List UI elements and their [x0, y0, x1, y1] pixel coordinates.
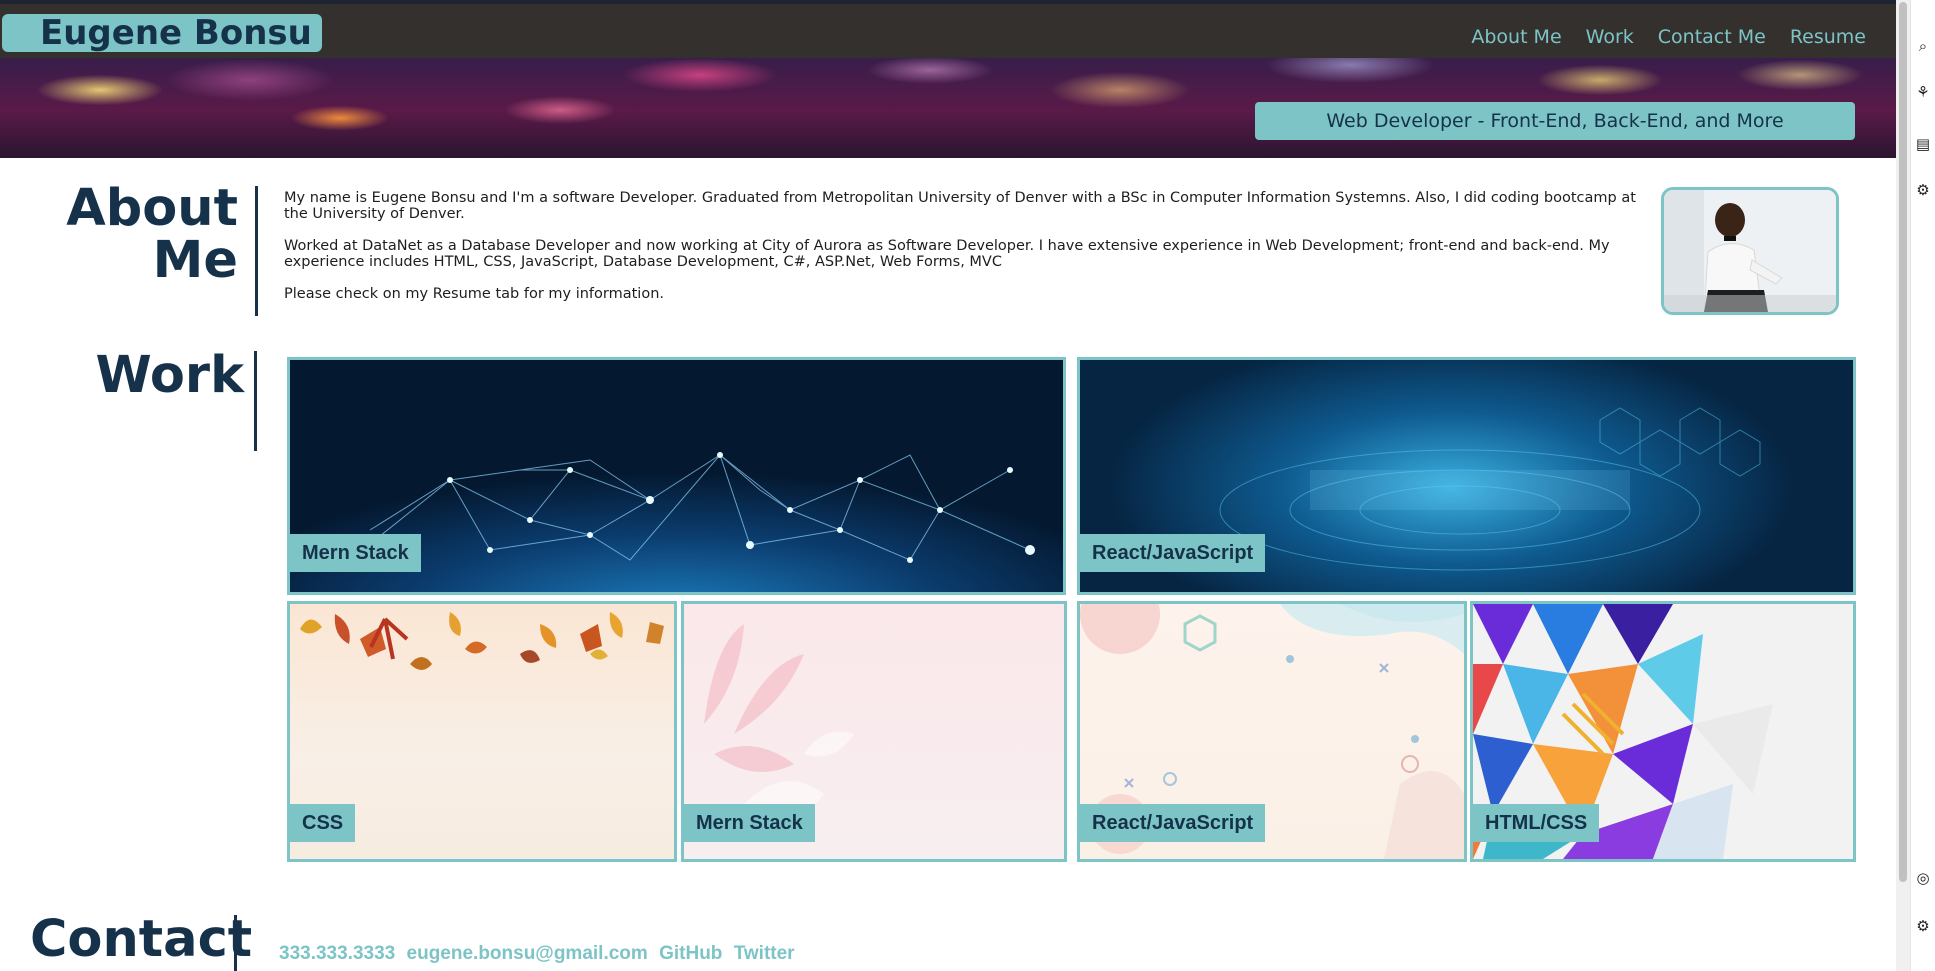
about-heading: About Me [60, 183, 238, 287]
work-tile-label: Mern Stack [684, 804, 815, 842]
contact-divider [234, 915, 237, 971]
profile-photo [1661, 187, 1839, 315]
contact-phone[interactable]: 333.333.3333 [279, 943, 395, 964]
about-text: My name is Eugene Bonsu and I'm a softwa… [284, 190, 1644, 318]
work-heading: Work [95, 346, 244, 405]
nav-contact-me[interactable]: Contact Me [1658, 26, 1766, 48]
contact-heading: Contact [30, 910, 253, 969]
browser-side-panel: ⌕ ⚘ ▤ ⚙ ◎ ⚙ [1910, 0, 1935, 971]
nav-resume[interactable]: Resume [1790, 26, 1866, 48]
contact-twitter-link[interactable]: Twitter [734, 943, 795, 964]
gear-icon[interactable]: ⚙ [1915, 918, 1931, 934]
work-tile-label: Mern Stack [290, 534, 421, 572]
main-nav: About Me Work Contact Me Resume [1447, 26, 1866, 48]
work-tile-css[interactable]: CSS [287, 601, 677, 862]
scrollbar-thumb[interactable] [1899, 2, 1907, 882]
about-paragraph: Please check on my Resume tab for my inf… [284, 286, 664, 302]
about-paragraph: Worked at DataNet as a Database Develope… [284, 238, 1610, 270]
contact-links: 333.333.3333 eugene.bonsu@gmail.com GitH… [279, 943, 801, 965]
work-divider [254, 351, 257, 451]
work-tile-label: React/JavaScript [1080, 534, 1266, 572]
about-divider [255, 186, 258, 316]
about-heading-line1: About [66, 179, 238, 238]
top-navbar: Eugene Bonsu About Me Work Contact Me Re… [0, 0, 1896, 58]
nav-work[interactable]: Work [1586, 26, 1634, 48]
work-tile-react-javascript[interactable]: React/JavaScript [1077, 357, 1856, 595]
about-paragraph: My name is Eugene Bonsu and I'm a softwa… [284, 190, 1636, 222]
work-tile-label: CSS [290, 804, 356, 842]
contact-email[interactable]: eugene.bonsu@gmail.com [407, 943, 648, 964]
work-tile-label: HTML/CSS [1473, 804, 1600, 842]
work-tile-mern-stack[interactable]: Mern Stack [287, 357, 1066, 595]
work-tile-label: React/JavaScript [1080, 804, 1266, 842]
work-tile-react-javascript-2[interactable]: React/JavaScript [1077, 601, 1467, 862]
settings-icon[interactable]: ⚙ [1915, 182, 1931, 198]
contact-github-link[interactable]: GitHub [659, 943, 722, 964]
tagline-badge: Web Developer - Front-End, Back-End, and… [1255, 102, 1855, 140]
sidebar-icon[interactable]: ▤ [1915, 136, 1931, 152]
work-tile-html-css[interactable]: HTML/CSS [1470, 601, 1856, 862]
about-heading-line2: Me [152, 231, 238, 290]
work-tile-mern-stack-2[interactable]: Mern Stack [681, 601, 1067, 862]
brand-name[interactable]: Eugene Bonsu [2, 14, 322, 52]
search-icon[interactable]: ⌕ [1915, 38, 1931, 54]
page-scrollbar[interactable] [1896, 0, 1910, 971]
profile-icon[interactable]: ◎ [1915, 870, 1931, 886]
nav-about-me[interactable]: About Me [1471, 26, 1561, 48]
extensions-icon[interactable]: ⚘ [1915, 84, 1931, 100]
